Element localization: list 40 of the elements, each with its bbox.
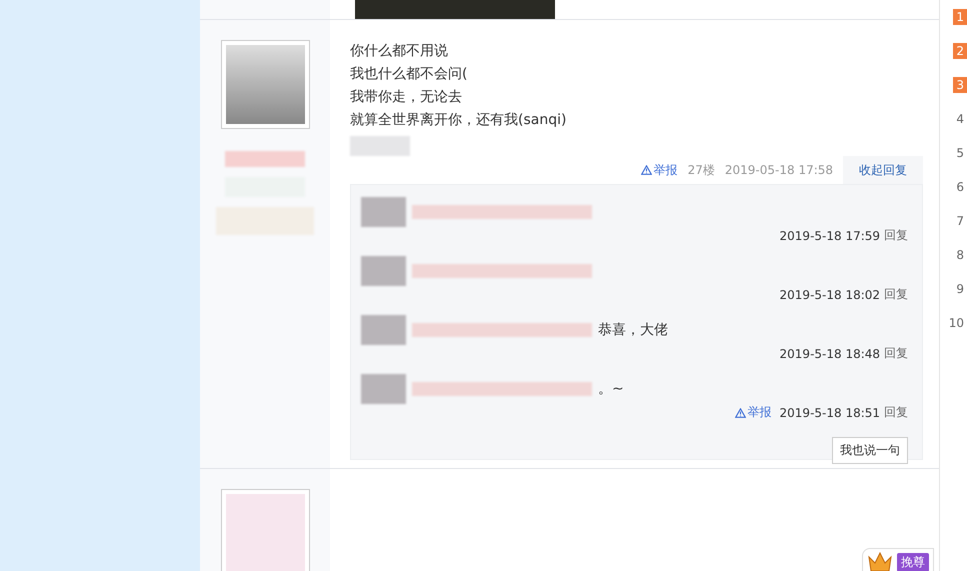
rank-number: 3 [953, 77, 967, 93]
badge-label: 挽尊 [897, 552, 930, 571]
reply-text: 恭喜，大佬 [598, 321, 668, 339]
reply-time: 2019-5-18 18:02 [780, 288, 880, 302]
reply-link[interactable]: 回复 [884, 227, 908, 244]
rank-number: 8 [955, 247, 965, 263]
post-text: 就算全世界离开你，还有我(sanqi) [350, 111, 568, 130]
rank-number: 5 [955, 145, 965, 161]
rank-number: 7 [955, 213, 965, 229]
post-text: 我带你走，无论去 [350, 88, 463, 107]
reply-link[interactable]: 回复 [884, 345, 908, 362]
reply-time: 2019-5-18 17:59 [780, 228, 880, 242]
reply-text: 。~ [598, 380, 624, 398]
warning-icon [734, 408, 746, 418]
report-link[interactable]: 举报 [734, 404, 772, 421]
reply-link[interactable]: 回复 [884, 286, 908, 303]
reply-link[interactable]: 回复 [884, 404, 908, 421]
rank-number: 4 [955, 111, 965, 127]
post-text: 我也什么都不会问( [350, 65, 468, 84]
rank-number: 2 [953, 43, 967, 59]
blurred-avatar [361, 374, 406, 404]
rank-number: 9 [955, 281, 965, 297]
report-link[interactable]: 举报 [640, 162, 678, 178]
comment-button[interactable]: 我也说一句 [832, 437, 908, 464]
warning-icon [640, 165, 652, 175]
floor-number: 27楼 [688, 162, 715, 178]
collapse-replies-tab[interactable]: 收起回复 [843, 156, 924, 184]
blurred-avatar [361, 256, 406, 286]
post-text: 你什么都不用说 [350, 42, 449, 61]
reply-time: 2019-5-18 18:51 [780, 406, 880, 420]
blurred-avatar [361, 197, 406, 227]
reply-time: 2019-5-18 18:48 [780, 346, 880, 360]
badge-panel[interactable]: 挽尊 [862, 548, 934, 571]
post-time: 2019-05-18 17:58 [724, 163, 834, 177]
blurred-avatar [361, 315, 406, 345]
rank-number: 1 [953, 9, 967, 25]
rank-number: 6 [955, 179, 965, 195]
rank-number: 10 [948, 315, 965, 331]
crown-icon [867, 551, 894, 571]
blurred-area [350, 136, 410, 156]
